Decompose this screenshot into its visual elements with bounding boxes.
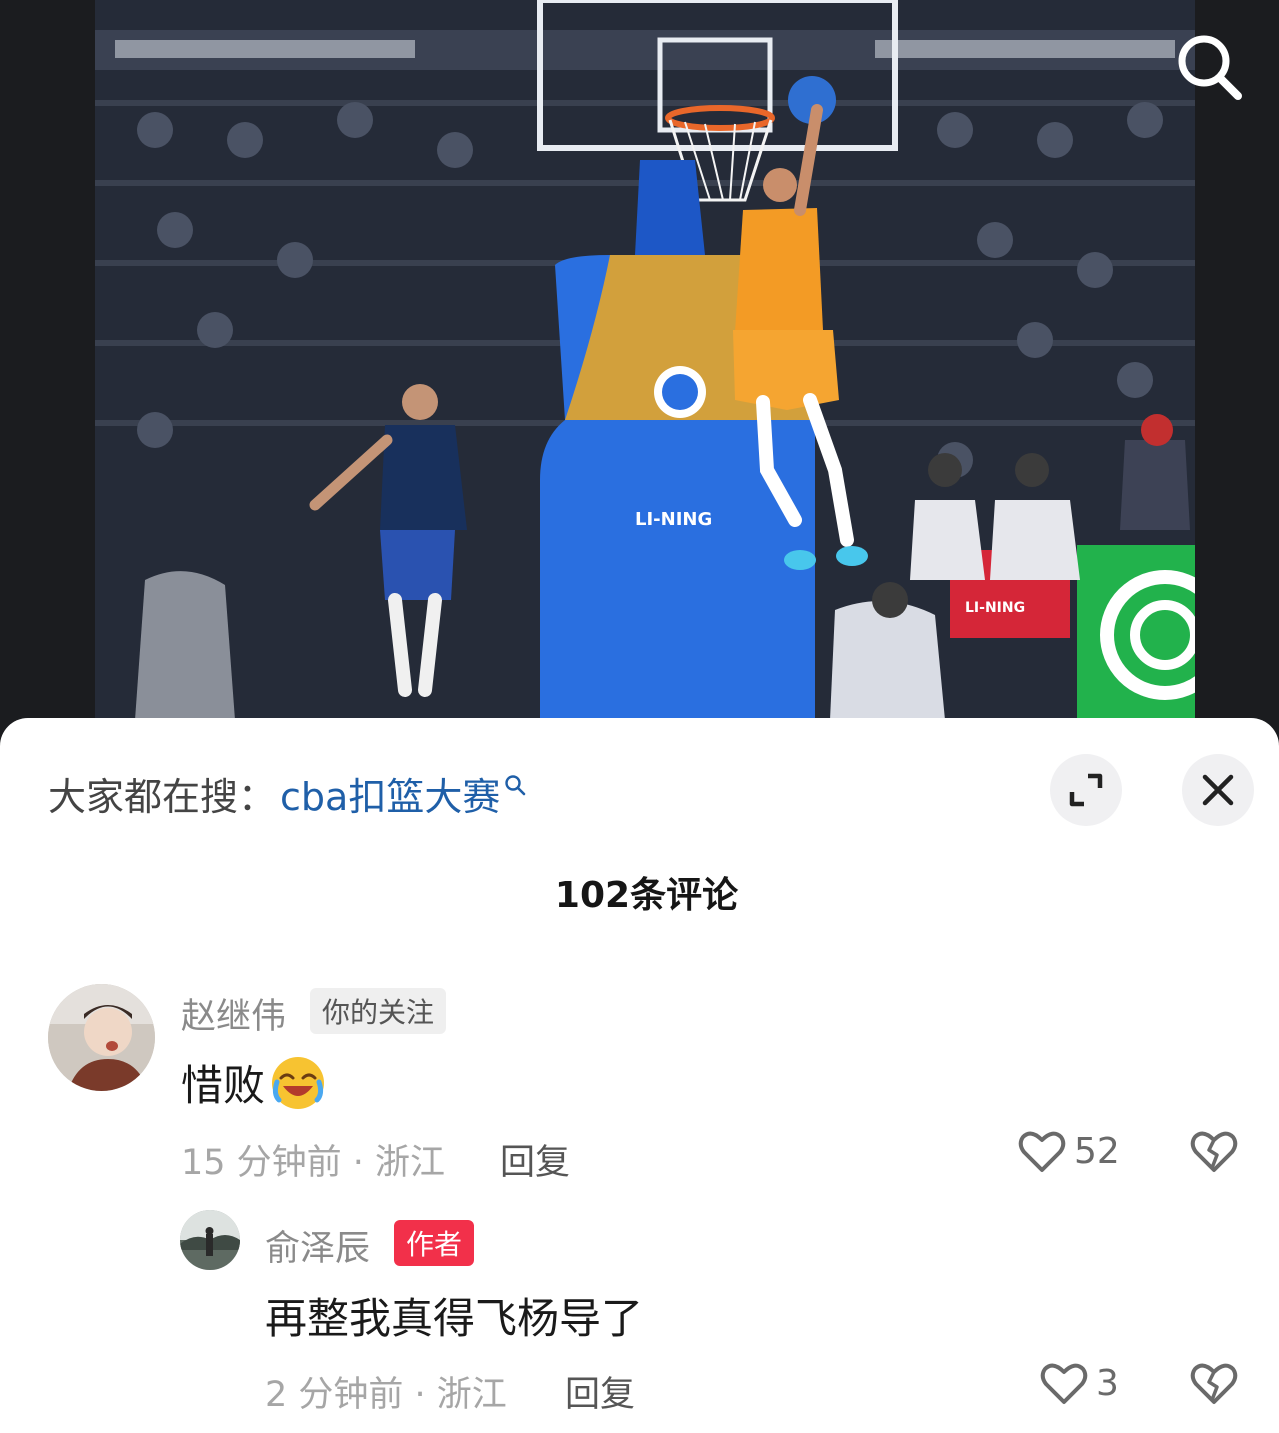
reply-meta: 2 分钟前 · 浙江 [265, 1375, 507, 1415]
dunk-photo-illustration: LI-NING LI-NING [95, 0, 1195, 740]
reply-avatar[interactable] [180, 1210, 240, 1270]
svg-text:LI-NING: LI-NING [635, 509, 712, 530]
comment-text: 惜败 [181, 1052, 327, 1113]
reply-dislike-button[interactable] [1190, 1360, 1238, 1410]
broken-heart-icon [1190, 1363, 1238, 1404]
like-count: 52 [1074, 1130, 1120, 1172]
following-badge: 你的关注 [310, 988, 447, 1034]
broken-heart-icon [1190, 1131, 1238, 1172]
comment-sheet: 大家都在搜： cba扣篮大赛 102条评论 赵继伟 你的关注 惜败 15 分钟前… [0, 718, 1279, 1433]
avatar-image [180, 1210, 240, 1270]
comment-meta: 15 分钟前 · 浙江 [181, 1143, 446, 1183]
reply-like-button[interactable]: 3 [1040, 1360, 1119, 1406]
commenter-avatar[interactable] [48, 984, 155, 1091]
expand-button[interactable] [1050, 754, 1122, 826]
expand-icon [1069, 773, 1103, 807]
close-icon [1202, 774, 1234, 806]
trending-term-link[interactable]: cba扣篮大赛 [280, 766, 500, 821]
comment-count: 102条评论 [554, 875, 739, 916]
reply-to-reply-button[interactable]: 回复 [565, 1366, 635, 1417]
author-badge: 作者 [394, 1220, 475, 1266]
crying-laughing-emoji-icon [269, 1054, 327, 1112]
comment-text-content: 惜败 [181, 1061, 266, 1110]
post-photo[interactable]: LI-NING LI-NING [95, 0, 1195, 740]
heart-icon [1040, 1363, 1088, 1404]
trending-search: 大家都在搜： cba扣篮大赛 [48, 766, 526, 821]
dislike-button[interactable] [1190, 1128, 1238, 1178]
commenter-name[interactable]: 赵继伟 [181, 988, 286, 1039]
like-button[interactable]: 52 [1018, 1128, 1120, 1174]
reply-author-name[interactable]: 俞泽辰 [265, 1220, 370, 1271]
heart-icon [1018, 1131, 1066, 1172]
reply-like-count: 3 [1096, 1362, 1119, 1404]
reply-text: 再整我真得飞杨导了 [265, 1294, 644, 1343]
trending-search-icon [505, 774, 526, 795]
close-button[interactable] [1182, 754, 1254, 826]
search-icon [1178, 35, 1242, 100]
svg-text:LI-NING: LI-NING [965, 600, 1025, 616]
trending-prefix: 大家都在搜： [48, 775, 277, 819]
search-button[interactable] [1170, 28, 1250, 108]
avatar-image [48, 984, 155, 1091]
reply-button[interactable]: 回复 [500, 1134, 570, 1185]
